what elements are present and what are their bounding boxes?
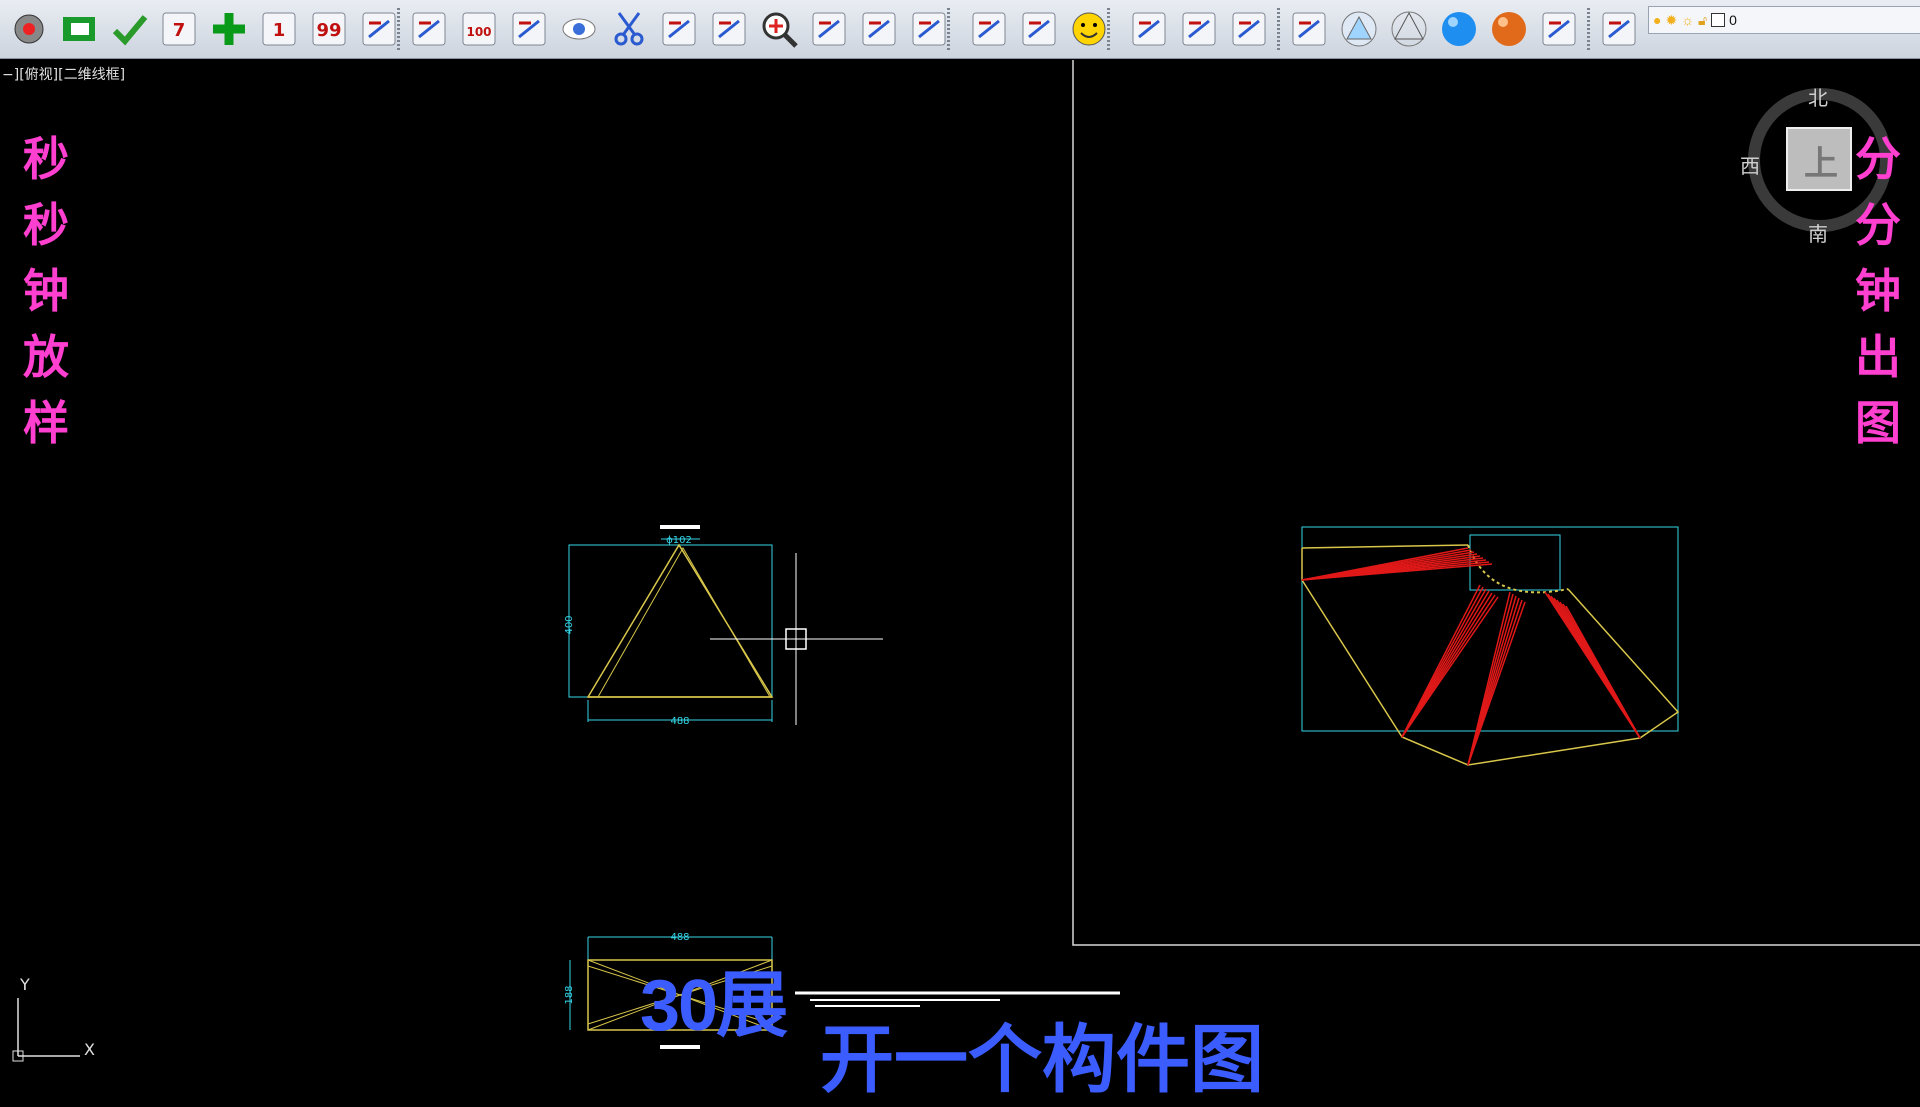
checklist-icon[interactable] — [707, 7, 751, 51]
layer-edit-icon[interactable] — [807, 7, 851, 51]
pan-hand-icon[interactable] — [857, 7, 901, 51]
scissors-icon[interactable] — [607, 7, 651, 51]
right-title-char: 分 — [1855, 198, 1901, 252]
eye-icon[interactable] — [557, 7, 601, 51]
checklist-board-icon[interactable] — [1017, 7, 1061, 51]
left-title-char: 秒 — [23, 132, 69, 186]
smiley-icon[interactable] — [1067, 7, 1111, 51]
subtitle-line-1: 30展 — [640, 966, 788, 1046]
compass-west[interactable]: 西 — [1740, 150, 1760, 179]
blue-sphere-icon[interactable] — [1437, 7, 1481, 51]
right-title-char: 钟 — [1855, 264, 1901, 318]
crosshair-cursor — [710, 553, 883, 725]
svg-text:100: 100 — [466, 25, 491, 39]
number-99-icon[interactable]: 99 — [307, 7, 351, 51]
list-icon[interactable] — [507, 7, 551, 51]
svg-text:1: 1 — [273, 20, 286, 41]
freeze-icon[interactable]: ☼ — [1681, 12, 1694, 28]
right-title-char: 图 — [1855, 396, 1901, 450]
left-title-char: 放 — [23, 330, 69, 384]
ucs-icon: Y X — [12, 975, 95, 1062]
arc-tool-icon[interactable] — [357, 7, 401, 51]
layer-name: 0 — [1729, 12, 1737, 28]
ucs-y-label: Y — [19, 975, 30, 994]
component-icon[interactable] — [57, 7, 101, 51]
toolbar-separator — [947, 8, 950, 50]
point-pick-icon[interactable] — [407, 7, 451, 51]
view-cube-top-face[interactable]: 上 — [1804, 136, 1838, 185]
right-title-char: 分 — [1855, 132, 1901, 186]
toolbar: 7 1 99 100 — [0, 0, 1920, 59]
zoom-icon[interactable] — [757, 7, 801, 51]
rect-top-dim: 488 — [670, 932, 689, 943]
check-icon[interactable] — [107, 7, 151, 51]
lightbulb-icon[interactable]: ● — [1653, 12, 1661, 28]
layer-combo[interactable]: ● ✹ ☼ 🔓︎ 0 — [1648, 6, 1920, 34]
free-orbit-icon[interactable] — [1177, 7, 1221, 51]
calculator-icon[interactable] — [907, 7, 951, 51]
sun-icon[interactable]: ✹ — [1665, 12, 1677, 29]
subtitle-line-2: 开一个构件图 — [820, 1017, 1264, 1103]
left-vertical-title: 秒秒钟放样 — [16, 126, 76, 456]
view-cube-icon[interactable] — [1287, 7, 1331, 51]
lock-icon[interactable]: 🔓︎ — [1698, 12, 1707, 29]
svg-text:7: 7 — [173, 20, 186, 41]
continuous-orbit-icon[interactable] — [1227, 7, 1271, 51]
triangle-top-dim: ϕ102 — [666, 535, 692, 546]
left-title-char: 钟 — [23, 264, 69, 318]
compass-north[interactable]: 北 — [1808, 82, 1828, 111]
visual-style-icon[interactable] — [1537, 7, 1581, 51]
calendar-7-icon[interactable]: 7 — [157, 7, 201, 51]
refresh-icon[interactable] — [967, 7, 1011, 51]
settings-icon[interactable] — [7, 7, 51, 51]
orbit-icon[interactable] — [1127, 7, 1171, 51]
svg-text:99: 99 — [316, 20, 341, 41]
triangle-side-dim: 400 — [564, 615, 575, 634]
left-title-char: 秒 — [23, 198, 69, 252]
ucs-x-label: X — [84, 1040, 95, 1059]
number-1-icon[interactable]: 1 — [257, 7, 301, 51]
toolbar-separator — [1587, 8, 1590, 50]
right-vertical-title: 分分钟出图 — [1848, 126, 1908, 456]
left-title-char: 样 — [23, 396, 69, 450]
shade-triangle-icon[interactable] — [1337, 7, 1381, 51]
elevation-100-icon[interactable]: 100 — [457, 7, 501, 51]
triangle-bottom-dim: 488 — [670, 716, 689, 727]
right-title-char: 出 — [1855, 330, 1901, 384]
color-swatch[interactable] — [1711, 13, 1726, 27]
compass-south[interactable]: 南 — [1808, 218, 1828, 247]
orange-sphere-icon[interactable] — [1487, 7, 1531, 51]
fold-line — [1565, 605, 1641, 739]
drawing-canvas[interactable]: ϕ102 400 488 488 188 Y X — [0, 59, 1920, 1080]
unfolded-pattern — [1301, 526, 1680, 766]
dimension-icon[interactable] — [657, 7, 701, 51]
wire-triangle-icon[interactable] — [1387, 7, 1431, 51]
toolbar-separator — [1277, 8, 1280, 50]
toolbar-separator — [397, 8, 400, 50]
toolbar-separator — [1107, 8, 1110, 50]
triangle-part: ϕ102 400 488 — [564, 525, 774, 727]
layer-manager-icon[interactable] — [1597, 7, 1641, 51]
add-icon[interactable] — [207, 7, 251, 51]
fold-line — [1467, 601, 1526, 766]
rect-side-dim: 188 — [564, 985, 575, 1004]
